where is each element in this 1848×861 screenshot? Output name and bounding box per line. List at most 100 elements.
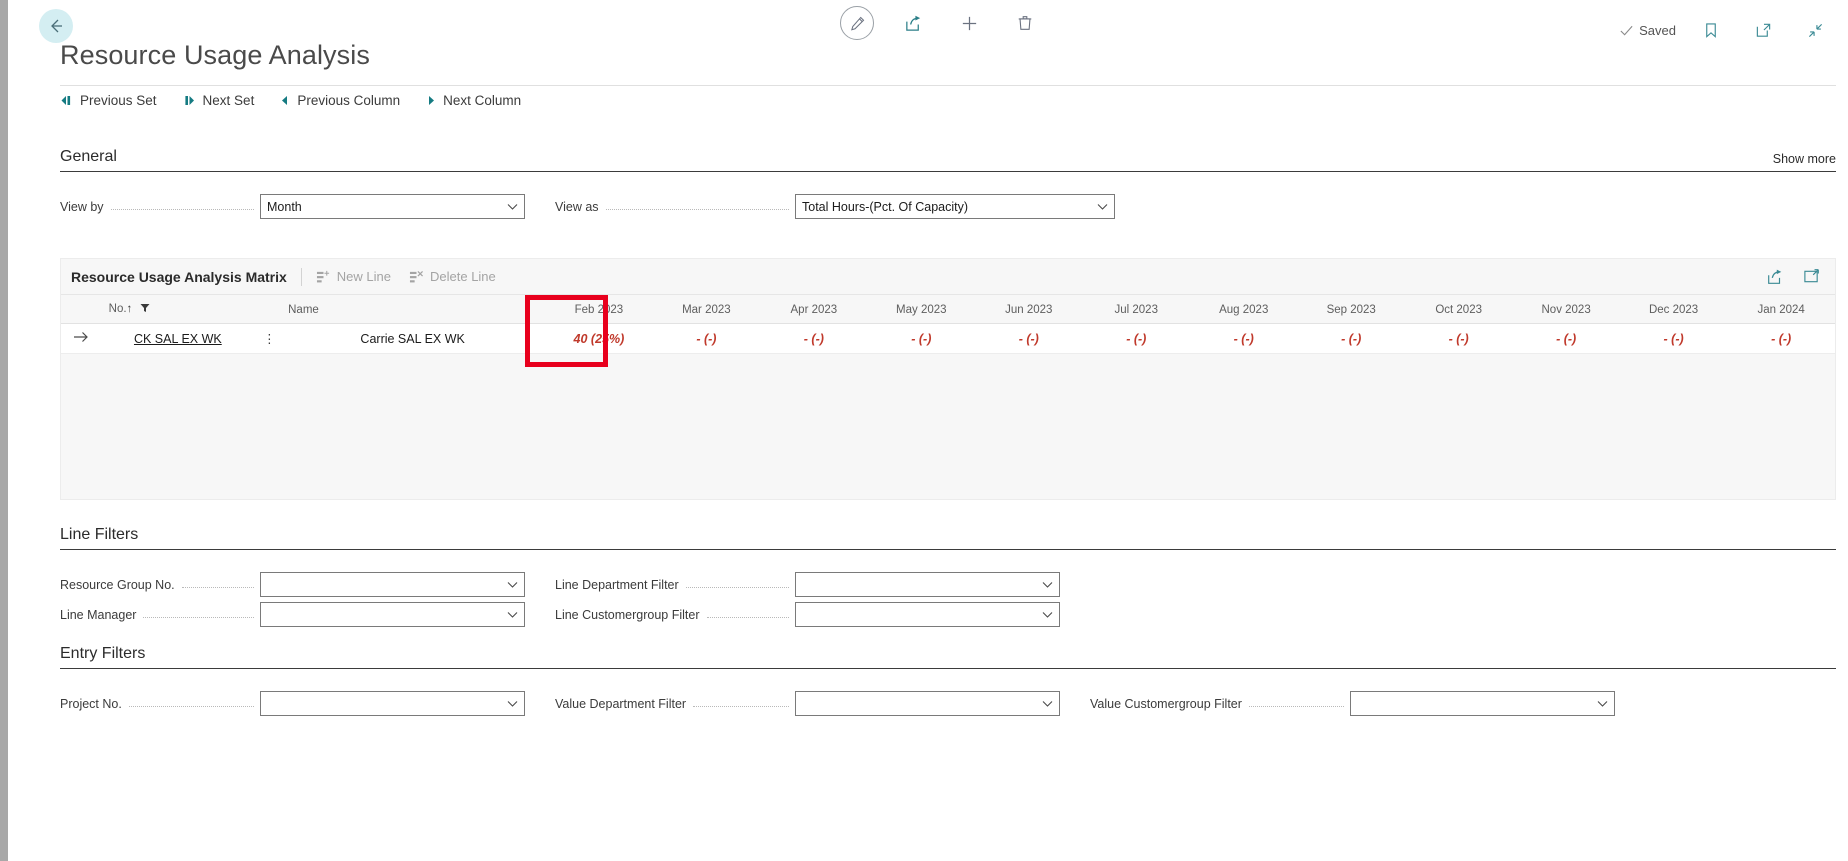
cell-jan2024[interactable]: - (-) — [1727, 323, 1835, 354]
entry-filters-header: Entry Filters — [60, 645, 1836, 669]
th-apr2023[interactable]: Apr 2023 — [760, 295, 868, 324]
cell-may2023[interactable]: - (-) — [867, 323, 976, 354]
edit-button[interactable] — [840, 6, 874, 40]
open-in-new-window-button[interactable] — [1746, 13, 1780, 47]
view-by-label: View by — [60, 199, 104, 214]
chevron-down-icon — [1042, 608, 1053, 622]
next-column-action[interactable]: Next Column — [426, 93, 521, 108]
view-as-field: View as Total Hours-(Pct. Of Capacity) — [555, 194, 1115, 219]
new-line-icon — [316, 270, 329, 282]
chevron-down-icon — [1042, 697, 1053, 711]
cell-jul2023[interactable]: - (-) — [1082, 323, 1190, 354]
share-button[interactable] — [896, 6, 930, 40]
cell-feb2023[interactable]: 40 (25%) — [545, 323, 653, 354]
cell-nov2023[interactable]: - (-) — [1512, 323, 1620, 354]
entry-filters-title: Entry Filters — [60, 645, 146, 662]
left-edge-rail — [0, 0, 8, 861]
line-department-filter-field: Line Department Filter — [555, 572, 1060, 597]
previous-set-action[interactable]: Previous Set — [60, 93, 157, 108]
matrix-header: Resource Usage Analysis Matrix New Line … — [61, 259, 1835, 295]
value-department-filter-select[interactable] — [795, 691, 1060, 716]
open-in-excel-icon[interactable] — [1801, 267, 1821, 287]
value-customergroup-filter-select[interactable] — [1350, 691, 1615, 716]
general-section-header: General Show more — [60, 148, 1836, 172]
previous-column-action[interactable]: Previous Column — [280, 93, 400, 108]
cell-aug2023[interactable]: - (-) — [1189, 323, 1298, 354]
chevron-down-icon — [1042, 578, 1053, 592]
th-spacer — [61, 295, 101, 324]
th-mar2023[interactable]: Mar 2023 — [652, 295, 761, 324]
chevron-down-icon — [1097, 200, 1108, 214]
top-action-group — [840, 6, 1042, 40]
cell-sep2023[interactable]: - (-) — [1297, 323, 1405, 354]
new-line-button[interactable]: New Line — [316, 269, 391, 284]
chevron-down-icon — [507, 578, 518, 592]
line-filters-section: Line Filters Resource Group No. Line Man… — [60, 526, 1836, 627]
filter-icon[interactable] — [140, 303, 150, 316]
cell-jun2023[interactable]: - (-) — [975, 323, 1083, 354]
project-no-select[interactable] — [260, 691, 525, 716]
value-customergroup-filter-label: Value Customergroup Filter — [1090, 696, 1242, 711]
leader-dots — [1248, 697, 1344, 707]
view-by-select[interactable]: Month — [260, 194, 525, 219]
cell-apr2023[interactable]: - (-) — [760, 323, 868, 354]
row-menu-button[interactable]: ⋮ — [255, 323, 281, 354]
cell-name: Carrie SAL EX WK — [280, 323, 546, 354]
view-as-select[interactable]: Total Hours-(Pct. Of Capacity) — [795, 194, 1115, 219]
view-as-value: Total Hours-(Pct. Of Capacity) — [802, 199, 969, 214]
trash-icon — [1018, 16, 1032, 30]
th-name[interactable]: Name — [280, 295, 546, 324]
double-right-triangle-icon — [183, 95, 196, 106]
line-customergroup-filter-label: Line Customergroup Filter — [555, 607, 700, 622]
cell-oct2023[interactable]: - (-) — [1404, 323, 1513, 354]
bookmark-icon — [1706, 22, 1716, 38]
delete-button[interactable] — [1008, 6, 1042, 40]
th-sep2023[interactable]: Sep 2023 — [1297, 295, 1405, 324]
line-department-filter-select[interactable] — [795, 572, 1060, 597]
chevron-down-icon — [507, 608, 518, 622]
plus-icon — [962, 16, 976, 30]
cell-no-link[interactable]: CK SAL EX WK — [134, 332, 222, 346]
line-filters-title: Line Filters — [60, 526, 139, 543]
view-by-field: View by Month — [60, 194, 525, 219]
line-manager-select[interactable] — [260, 602, 525, 627]
delete-line-button[interactable]: Delete Line — [409, 269, 496, 284]
back-button[interactable] — [39, 9, 73, 43]
matrix-header-row: No.↑ Name Feb 2023 Mar 2023 Apr 2023 May… — [61, 295, 1835, 324]
project-no-label: Project No. — [60, 696, 122, 711]
right-arrow-icon — [73, 332, 88, 342]
leader-dots — [706, 608, 789, 618]
th-aug2023[interactable]: Aug 2023 — [1189, 295, 1298, 324]
next-set-action[interactable]: Next Set — [183, 93, 255, 108]
cell-mar2023[interactable]: - (-) — [652, 323, 761, 354]
project-no-field: Project No. — [60, 691, 525, 716]
th-jan2024[interactable]: Jan 2024 — [1727, 295, 1835, 324]
matrix-header-icons — [1765, 267, 1821, 287]
th-jun2023[interactable]: Jun 2023 — [975, 295, 1083, 324]
leader-dots — [605, 200, 789, 210]
bookmark-button[interactable] — [1694, 13, 1728, 47]
action-ribbon: Previous Set Next Set Previous Column Ne… — [60, 85, 1836, 113]
chevron-down-icon — [1597, 697, 1608, 711]
th-no[interactable]: No.↑ — [100, 295, 281, 324]
resource-group-no-select[interactable] — [260, 572, 525, 597]
share-matrix-icon[interactable] — [1765, 267, 1785, 287]
th-jul2023[interactable]: Jul 2023 — [1082, 295, 1190, 324]
collapse-button[interactable] — [1798, 13, 1832, 47]
next-set-label: Next Set — [202, 93, 255, 108]
th-oct2023[interactable]: Oct 2023 — [1404, 295, 1513, 324]
th-may2023[interactable]: May 2023 — [867, 295, 976, 324]
resource-group-no-field: Resource Group No. — [60, 572, 525, 597]
general-title: General — [60, 148, 117, 165]
show-more-link[interactable]: Show more — [1773, 152, 1836, 166]
divider — [300, 267, 302, 286]
th-feb2023[interactable]: Feb 2023 — [545, 295, 653, 324]
cell-dec2023[interactable]: - (-) — [1619, 323, 1728, 354]
th-dec2023[interactable]: Dec 2023 — [1619, 295, 1728, 324]
cell-no[interactable]: CK SAL EX WK — [100, 323, 256, 354]
new-button[interactable] — [952, 6, 986, 40]
line-customergroup-filter-select[interactable] — [795, 602, 1060, 627]
th-nov2023[interactable]: Nov 2023 — [1512, 295, 1620, 324]
chevron-down-icon — [507, 200, 518, 214]
table-row[interactable]: CK SAL EX WK ⋮ Carrie SAL EX WK 40 (25%)… — [61, 323, 1835, 354]
